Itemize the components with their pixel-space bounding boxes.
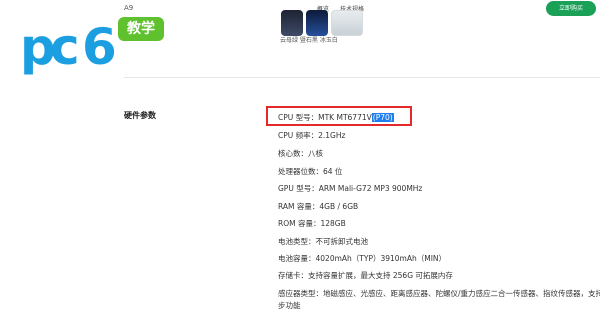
spec-sensors-cont: 步功能	[278, 301, 301, 310]
logo-badge: 教学	[118, 17, 164, 41]
logo-digit-6: 6	[82, 18, 117, 76]
spec-rom: ROM 容量：128GB	[278, 219, 346, 228]
buy-now-button[interactable]: 立即购买	[546, 1, 596, 16]
model-name: A9	[124, 4, 134, 12]
logo-letter-c: c	[50, 18, 80, 76]
spec-processor-bits: 处理器位数：64 位	[278, 167, 343, 176]
annotation-red-box	[266, 106, 412, 126]
spec-cpu-frequency: CPU 频率：2.1GHz	[278, 131, 346, 140]
spec-core-count: 核心数：八核	[278, 149, 323, 158]
section-title: 硬件参数	[124, 111, 156, 120]
spec-memory-card: 存储卡：支持容量扩展，最大支持 256G 可拓展内存	[278, 271, 453, 280]
watermark-logo: p c 6 教学	[20, 17, 165, 77]
spec-battery-type: 电池类型：不可拆卸式电池	[278, 237, 368, 246]
phone-color-swatch-white[interactable]	[331, 10, 363, 36]
section-divider	[124, 77, 600, 78]
color-names: 云母绿 暨石黑 冰玉白	[280, 37, 338, 44]
phone-color-swatch-black[interactable]	[306, 10, 328, 36]
spec-gpu-model: GPU 型号：ARM Mali-G72 MP3 900MHz	[278, 184, 423, 193]
spec-battery-capacity: 电池容量：4020mAh（TYP）3910mAh（MIN）	[278, 254, 447, 263]
spec-sensors: 感应器类型：地磁感应、光感应、距离感应器、陀螺仪/重力感应二合一传感器、指纹传感…	[278, 289, 600, 298]
phone-color-swatch-green[interactable]	[281, 10, 303, 36]
spec-ram: RAM 容量：4GB / 6GB	[278, 202, 359, 211]
